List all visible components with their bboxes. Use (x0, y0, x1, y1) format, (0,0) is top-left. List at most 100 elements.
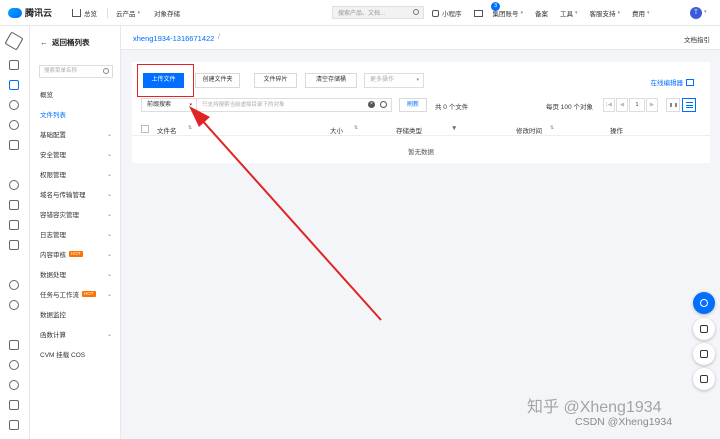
sidebar-item-disaster-recovery[interactable]: 容错容灾管理 ⌄ (40, 209, 116, 220)
page-number[interactable]: 1 (629, 98, 645, 112)
docs-button[interactable] (693, 343, 715, 365)
sidebar-item-tasks-workflow[interactable]: 任务与工作流 HOT ⌄ (40, 289, 116, 299)
filter-icon[interactable]: ▼ (451, 125, 457, 132)
database-icon[interactable] (9, 240, 19, 250)
link-icon[interactable] (9, 100, 19, 110)
table-header: 文件名 ⇅ 大小 ⇅ 存储类型 ▼ 修改时间 ⇅ 操作 (132, 122, 710, 136)
bucket-name-link[interactable]: xheng1934-1316671422 (133, 34, 214, 43)
more-actions-select[interactable]: 更多操作 ▾ (364, 73, 424, 88)
caret-down-icon: ▾ (189, 102, 192, 108)
current-product-label: 对象存储 (154, 10, 181, 18)
menu-search-input[interactable]: 搜索菜单名称 (39, 65, 113, 78)
global-search-input[interactable]: 搜索产品、文档... (332, 6, 424, 19)
grid-view-button[interactable] (666, 98, 680, 112)
printer-icon[interactable] (9, 340, 19, 350)
search-icon[interactable] (413, 9, 419, 15)
divider (107, 7, 108, 18)
chevron-down-icon[interactable]: ▾ (704, 9, 707, 15)
select-all-checkbox[interactable] (141, 125, 149, 133)
mini-program-link[interactable]: 小程序 (432, 8, 462, 18)
sidebar-item-logs[interactable]: 日志管理 ⌄ (40, 229, 116, 240)
sidebar-item-file-list[interactable]: 文件列表 (40, 109, 116, 119)
sidebar-item-permissions[interactable]: 权限管理 ⌄ (40, 169, 116, 180)
sidebar-item-label: 概览 (40, 92, 53, 99)
record-link[interactable]: 备案 (535, 8, 548, 18)
back-to-bucket-list[interactable]: ← 返回桶列表 (40, 37, 90, 48)
sidebar-item-content-review[interactable]: 内容审核 HOT ⌄ (40, 249, 116, 259)
target-icon[interactable] (9, 180, 19, 190)
top-right-menu: 小程序 集团账号 ▾ 备案 工具 ▾ 客服支持 ▾ 费用 ▾ (432, 0, 662, 26)
next-page-button[interactable]: ▶ (646, 98, 658, 112)
cloud-button[interactable] (693, 318, 715, 340)
grid-icon (670, 103, 677, 107)
sidebar-item-security[interactable]: 安全管理 ⌄ (40, 149, 116, 160)
list-icon (686, 102, 693, 108)
brand-logo[interactable]: 腾讯云 (8, 6, 64, 19)
customer-service-button[interactable] (693, 292, 715, 314)
task-icon[interactable] (9, 220, 19, 230)
clock-icon[interactable] (9, 300, 19, 310)
mail-icon[interactable] (473, 9, 483, 17)
menu-search-placeholder: 搜索菜单名称 (44, 68, 78, 74)
pie-chart-icon[interactable] (9, 120, 19, 130)
chevron-down-icon: ⌄ (106, 231, 112, 238)
sidebar-item-functions[interactable]: 函数计算 ⌄ (40, 329, 116, 340)
support-menu[interactable]: 客服支持 ▾ (590, 8, 621, 18)
sidebar-item-basic-config[interactable]: 基础配置 ⌄ (40, 129, 116, 140)
headset-icon (700, 299, 708, 307)
list-view-button[interactable] (682, 98, 696, 112)
avatar[interactable]: T (690, 7, 702, 19)
box-icon[interactable] (9, 200, 19, 210)
column-storage-type[interactable]: 存储类型 (396, 125, 422, 135)
chevron-down-icon: ⌄ (106, 251, 112, 258)
sidebar-item-cvm-mount[interactable]: CVM 挂载 COS (40, 349, 116, 359)
sidebar-item-data-processing[interactable]: 数据处理 ⌄ (40, 269, 116, 280)
file-fragments-button[interactable]: 文件碎片 (254, 73, 297, 88)
sidebar-item-label: 域名与传输管理 (40, 192, 86, 199)
sidebar-item-label: 函数计算 (40, 332, 66, 339)
online-editor-link[interactable]: 在线编辑器 (651, 77, 694, 87)
products-menu[interactable]: 云产品 ▾ (116, 8, 140, 18)
checklist-icon[interactable] (9, 400, 19, 410)
doc-guide-link[interactable]: 文档指引 (684, 34, 710, 44)
storage-icon[interactable] (9, 80, 19, 90)
magnifier-icon[interactable] (9, 280, 19, 290)
grid-icon[interactable] (9, 60, 19, 70)
sort-icon[interactable]: ⇅ (354, 125, 358, 131)
tools-menu[interactable]: 工具 ▾ (560, 8, 578, 18)
create-folder-button[interactable]: 创建文件夹 (195, 73, 240, 88)
clear-bucket-button[interactable]: 清空存储桶 (305, 73, 357, 88)
book-icon (700, 350, 708, 358)
cube-icon[interactable] (4, 31, 24, 51)
tools-label: 工具 (560, 11, 574, 18)
prefix-search-select[interactable]: 前缀搜索 ▾ (141, 98, 197, 112)
brand-name: 腾讯云 (25, 8, 53, 18)
column-size[interactable]: 大小 (330, 125, 343, 135)
sidebar: ← 返回桶列表 搜索菜单名称 概览 文件列表 基础配置 ⌄ 安全管理 ⌄ 权限管理 ⌄… (30, 26, 121, 439)
sort-icon[interactable]: ⇅ (188, 125, 192, 131)
products-label: 云产品 (116, 10, 136, 18)
sort-icon[interactable]: ⇅ (550, 125, 554, 131)
refresh-button[interactable]: 刷新 (399, 98, 427, 112)
first-page-button[interactable]: |◀ (603, 98, 615, 112)
settings-icon[interactable] (9, 380, 19, 390)
sidebar-item-domain-transfer[interactable]: 域名与传输管理 ⌄ (40, 189, 116, 200)
refresh-icon[interactable] (9, 360, 19, 370)
column-filename[interactable]: 文件名 (157, 125, 177, 135)
column-modified-time[interactable]: 修改时间 (516, 125, 542, 135)
search-icon[interactable] (380, 101, 387, 108)
prev-page-button[interactable]: ◀ (616, 98, 628, 112)
support-label: 客服支持 (589, 11, 616, 18)
sidebar-item-label: 安全管理 (40, 152, 66, 159)
chevron-down-icon: ⌄ (106, 171, 112, 178)
home-link[interactable]: 总览 (72, 8, 97, 18)
feedback-button[interactable] (693, 368, 715, 390)
sidebar-item-overview[interactable]: 概览 (40, 89, 116, 99)
sidebar-item-monitoring[interactable]: 数据监控 (40, 309, 116, 319)
list-icon[interactable] (9, 420, 19, 430)
document-icon[interactable] (9, 140, 19, 150)
clear-icon[interactable]: × (368, 101, 375, 108)
current-product-link[interactable]: 对象存储 (154, 8, 180, 18)
object-search-input[interactable]: 只支持搜索当前虚拟目录下的对象 × (196, 98, 392, 112)
cost-menu[interactable]: 费用 ▾ (632, 8, 650, 18)
